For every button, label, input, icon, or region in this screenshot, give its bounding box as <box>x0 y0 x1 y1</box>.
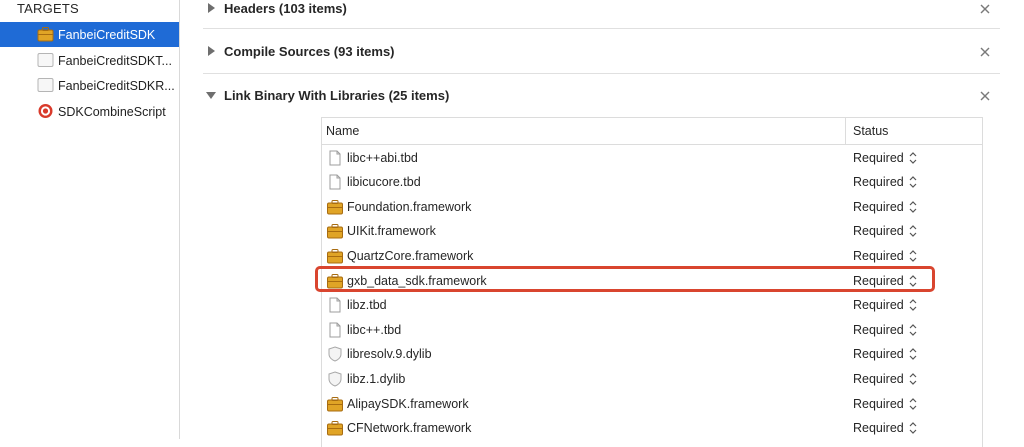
targets-heading: TARGETS <box>17 1 79 16</box>
library-name: QuartzCore.framework <box>347 248 474 263</box>
targets-sidebar: TARGETS FanbeiCreditSDK FanbeiCreditSDKT… <box>0 0 180 439</box>
library-name: libresolv.9.dylib <box>347 347 432 362</box>
target-label: SDKCombineScript <box>58 104 166 119</box>
highlight-box <box>315 266 935 292</box>
library-name: Foundation.framework <box>347 199 472 214</box>
table-row[interactable]: libc++.tbd Required <box>322 318 982 343</box>
blank-file-icon <box>37 78 54 92</box>
status-popup[interactable]: Required <box>853 200 904 214</box>
toolbox-icon <box>37 27 54 42</box>
table-header: Name Status <box>322 118 982 145</box>
disclosure-right-icon[interactable] <box>206 3 216 13</box>
chevron-up-down-icon[interactable] <box>908 174 918 190</box>
library-name: libicucore.tbd <box>347 175 421 190</box>
status-popup[interactable]: Required <box>853 372 904 386</box>
close-icon[interactable] <box>980 91 990 101</box>
chevron-up-down-icon[interactable] <box>908 248 918 264</box>
table-row[interactable]: libz.tbd Required <box>322 293 982 318</box>
status-popup[interactable]: Required <box>853 175 904 189</box>
table-row[interactable]: Foundation.framework Required <box>322 195 982 220</box>
status-popup[interactable]: Required <box>853 397 904 411</box>
close-icon[interactable] <box>980 47 990 57</box>
phase-link-binary-with-libraries[interactable]: Link Binary With Libraries (25 items) <box>180 73 1024 117</box>
status-popup[interactable]: Required <box>853 249 904 263</box>
status-popup[interactable]: Required <box>853 151 904 165</box>
shield-icon <box>327 371 343 387</box>
status-popup[interactable]: Required <box>853 347 904 361</box>
table-row[interactable]: UIKit.framework Required <box>322 219 982 244</box>
column-header-status[interactable]: Status <box>853 124 888 138</box>
chevron-up-down-icon[interactable] <box>908 371 918 387</box>
close-icon[interactable] <box>980 4 990 14</box>
toolbox-icon <box>327 199 343 215</box>
chevron-up-down-icon[interactable] <box>908 346 918 362</box>
target-icon <box>38 104 53 118</box>
target-label: FanbeiCreditSDKT... <box>58 53 172 68</box>
table-row[interactable]: AlipaySDK.framework Required <box>322 392 982 417</box>
target-item-fanbeicreditsdkresources[interactable]: FanbeiCreditSDKR... <box>0 73 179 98</box>
chevron-up-down-icon[interactable] <box>908 150 918 166</box>
table-row[interactable]: CFNetwork.framework Required <box>322 416 982 441</box>
table-row[interactable]: libz.1.dylib Required <box>322 367 982 392</box>
target-item-fanbeicreditsdktests[interactable]: FanbeiCreditSDKT... <box>0 48 179 73</box>
file-icon <box>327 174 343 190</box>
table-row[interactable]: libc++abi.tbd Required <box>322 146 982 171</box>
chevron-up-down-icon[interactable] <box>908 199 918 215</box>
library-name: AlipaySDK.framework <box>347 396 469 411</box>
table-row[interactable]: libresolv.9.dylib Required <box>322 342 982 367</box>
blank-file-icon <box>37 53 54 67</box>
phase-title: Compile Sources (93 items) <box>224 44 395 59</box>
file-icon <box>327 322 343 338</box>
shield-icon <box>327 346 343 362</box>
status-popup[interactable]: Required <box>853 298 904 312</box>
target-item-fanbeicreditsdk[interactable]: FanbeiCreditSDK <box>0 22 179 47</box>
toolbox-icon <box>327 248 343 264</box>
library-name: UIKit.framework <box>347 224 436 239</box>
phase-title: Link Binary With Libraries (25 items) <box>224 88 450 103</box>
chevron-up-down-icon[interactable] <box>908 322 918 338</box>
disclosure-down-icon[interactable] <box>206 90 216 100</box>
column-header-name[interactable]: Name <box>326 124 359 138</box>
target-label: FanbeiCreditSDKR... <box>58 78 175 93</box>
library-name: CFNetwork.framework <box>347 421 472 436</box>
table-row[interactable]: libicucore.tbd Required <box>322 170 982 195</box>
file-icon <box>327 297 343 313</box>
phase-title: Headers (103 items) <box>224 1 347 16</box>
library-name: libc++abi.tbd <box>347 150 418 165</box>
library-name: libz.1.dylib <box>347 371 406 386</box>
chevron-up-down-icon[interactable] <box>908 223 918 239</box>
phase-compile-sources[interactable]: Compile Sources (93 items) <box>180 29 1024 73</box>
status-popup[interactable]: Required <box>853 421 904 435</box>
chevron-up-down-icon[interactable] <box>908 420 918 436</box>
file-icon <box>327 150 343 166</box>
chevron-up-down-icon[interactable] <box>908 396 918 412</box>
build-phases-editor: Headers (103 items) Compile Sources (93 … <box>180 0 1024 447</box>
phase-headers[interactable]: Headers (103 items) <box>180 0 1024 30</box>
column-separator[interactable] <box>845 118 846 144</box>
disclosure-right-icon[interactable] <box>206 46 216 56</box>
library-name: libc++.tbd <box>347 322 402 337</box>
table-row[interactable]: QuartzCore.framework Required <box>322 244 982 269</box>
library-name: libz.tbd <box>347 298 387 313</box>
status-popup[interactable]: Required <box>853 224 904 238</box>
target-label: FanbeiCreditSDK <box>58 27 156 42</box>
target-item-sdkcombinescript[interactable]: SDKCombineScript <box>0 99 179 124</box>
status-popup[interactable]: Required <box>853 323 904 337</box>
chevron-up-down-icon[interactable] <box>908 297 918 313</box>
toolbox-icon <box>327 396 343 412</box>
toolbox-icon <box>327 420 343 436</box>
toolbox-icon <box>327 223 343 239</box>
